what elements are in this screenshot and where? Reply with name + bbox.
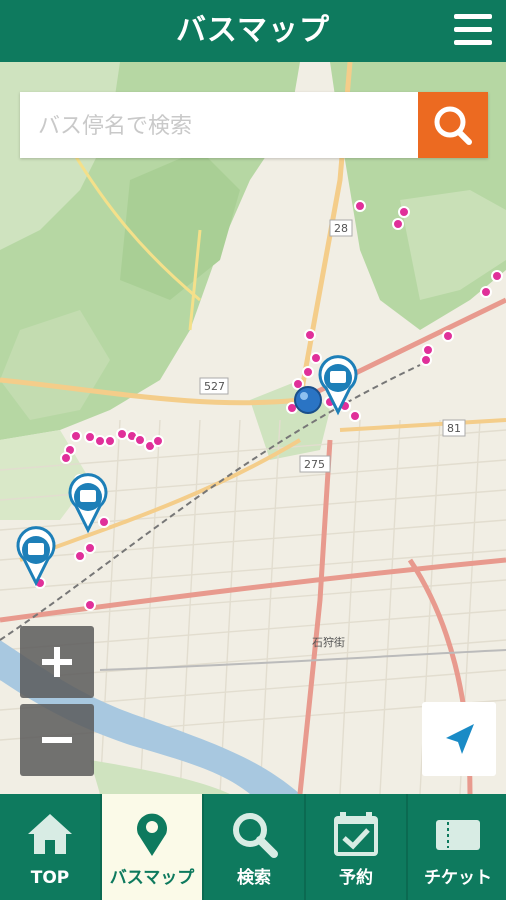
nav-search[interactable]: 検索 xyxy=(204,794,304,900)
search-icon xyxy=(434,106,472,145)
road-label-275: 275 xyxy=(304,458,325,471)
search-icon xyxy=(233,813,278,858)
nav-reservation[interactable]: 予約 xyxy=(306,794,406,900)
locate-me-button[interactable] xyxy=(422,702,496,776)
ticket-icon xyxy=(436,820,480,850)
map-pin-icon xyxy=(137,813,167,856)
zoom-in-button[interactable] xyxy=(20,626,94,698)
nav-ticket-label: チケット xyxy=(424,868,492,888)
navigation-arrow-icon xyxy=(446,724,474,754)
road-label-527: 527 xyxy=(204,380,225,393)
app-header: バスマップ xyxy=(0,0,506,62)
stop-search-bar xyxy=(20,92,488,160)
current-location-marker xyxy=(294,386,322,414)
bottom-nav: TOP バスマップ 検索 予約 チケット xyxy=(0,794,506,900)
nav-search-label: 検索 xyxy=(237,868,271,888)
street-label: 石狩街 xyxy=(312,635,345,649)
nav-reservation-label: 予約 xyxy=(339,868,373,888)
search-button[interactable] xyxy=(418,92,488,158)
stop-search-input[interactable] xyxy=(36,92,418,160)
zoom-out-button[interactable] xyxy=(20,704,94,776)
calendar-icon xyxy=(334,812,378,856)
road-label-81: 81 xyxy=(447,422,461,435)
nav-top[interactable]: TOP xyxy=(0,794,100,900)
nav-ticket[interactable]: チケット xyxy=(408,794,506,900)
nav-bus-map-label: バスマップ xyxy=(109,868,195,888)
page-title: バスマップ xyxy=(175,13,331,48)
road-label-28: 28 xyxy=(334,222,348,235)
nav-top-label: TOP xyxy=(30,868,70,888)
nav-bus-map[interactable]: バスマップ xyxy=(102,794,202,900)
home-icon xyxy=(28,814,72,854)
hamburger-menu-icon[interactable] xyxy=(454,14,492,48)
